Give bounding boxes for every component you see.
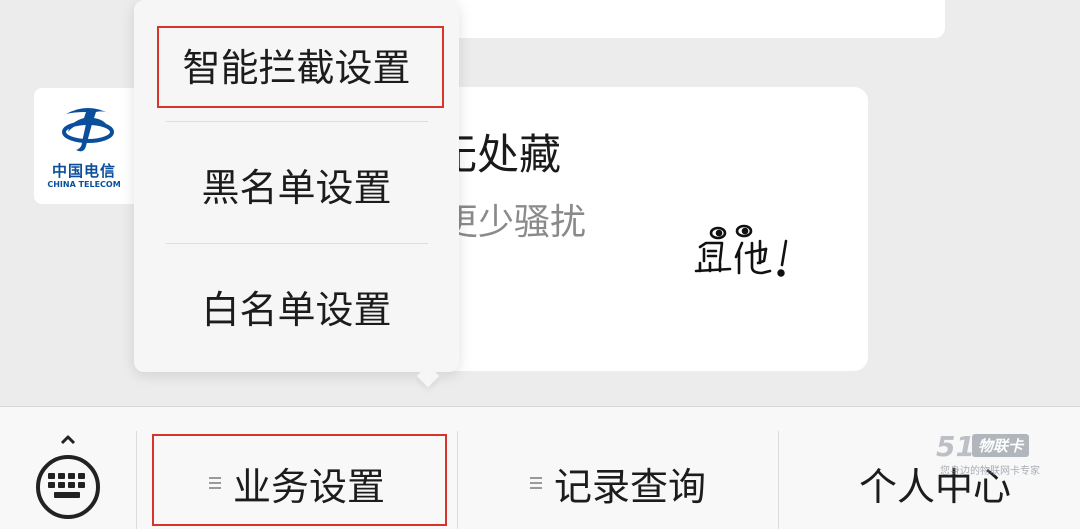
menu-item-label: 白名单设置 (201, 287, 392, 332)
service-settings-popup-menu: 智能拦截设置 黑名单设置 白名单设置 (134, 0, 459, 388)
card-subtitle: 更少骚扰 (442, 202, 587, 243)
china-telecom-avatar[interactable]: 中国电信 CHINA TELECOM (34, 88, 146, 204)
avatar-english-name: CHINA TELECOM (47, 180, 121, 189)
keyboard-icon (36, 435, 100, 519)
popup-pointer-arrow (416, 364, 440, 388)
avatar-chinese-name: 中国电信 (51, 162, 116, 180)
watermark-number: 51 (936, 430, 975, 463)
handwritten-doodle-image (694, 224, 788, 277)
watermark-slogan: 您身边的物联网卡专家 (940, 466, 1040, 477)
china-telecom-logo-icon (62, 108, 114, 152)
menu-divider (166, 121, 428, 122)
tab-label: 记录查询 (553, 464, 706, 509)
watermark-brand: 物联卡 (972, 434, 1030, 457)
tab-label: 业务设置 (232, 464, 385, 509)
menu-item-label: 智能拦截设置 (182, 45, 411, 90)
menu-item-smart-block-settings[interactable]: 智能拦截设置 (134, 8, 459, 120)
submenu-icon (208, 474, 221, 492)
keyboard-toggle-button[interactable] (26, 433, 110, 523)
tab-service-settings[interactable]: 业务设置 (137, 438, 457, 528)
menu-item-label: 黑名单设置 (201, 165, 392, 210)
menu-item-blacklist-settings[interactable]: 黑名单设置 (134, 124, 459, 244)
menu-item-whitelist-settings[interactable]: 白名单设置 (134, 246, 459, 366)
tab-record-query[interactable]: 记录查询 (458, 438, 778, 528)
menu-divider (166, 243, 428, 244)
previous-message-bubble (440, 0, 945, 38)
watermark-logo: 51 物联卡 您身边的物联网卡专家 (932, 430, 1072, 480)
submenu-icon (529, 474, 542, 492)
